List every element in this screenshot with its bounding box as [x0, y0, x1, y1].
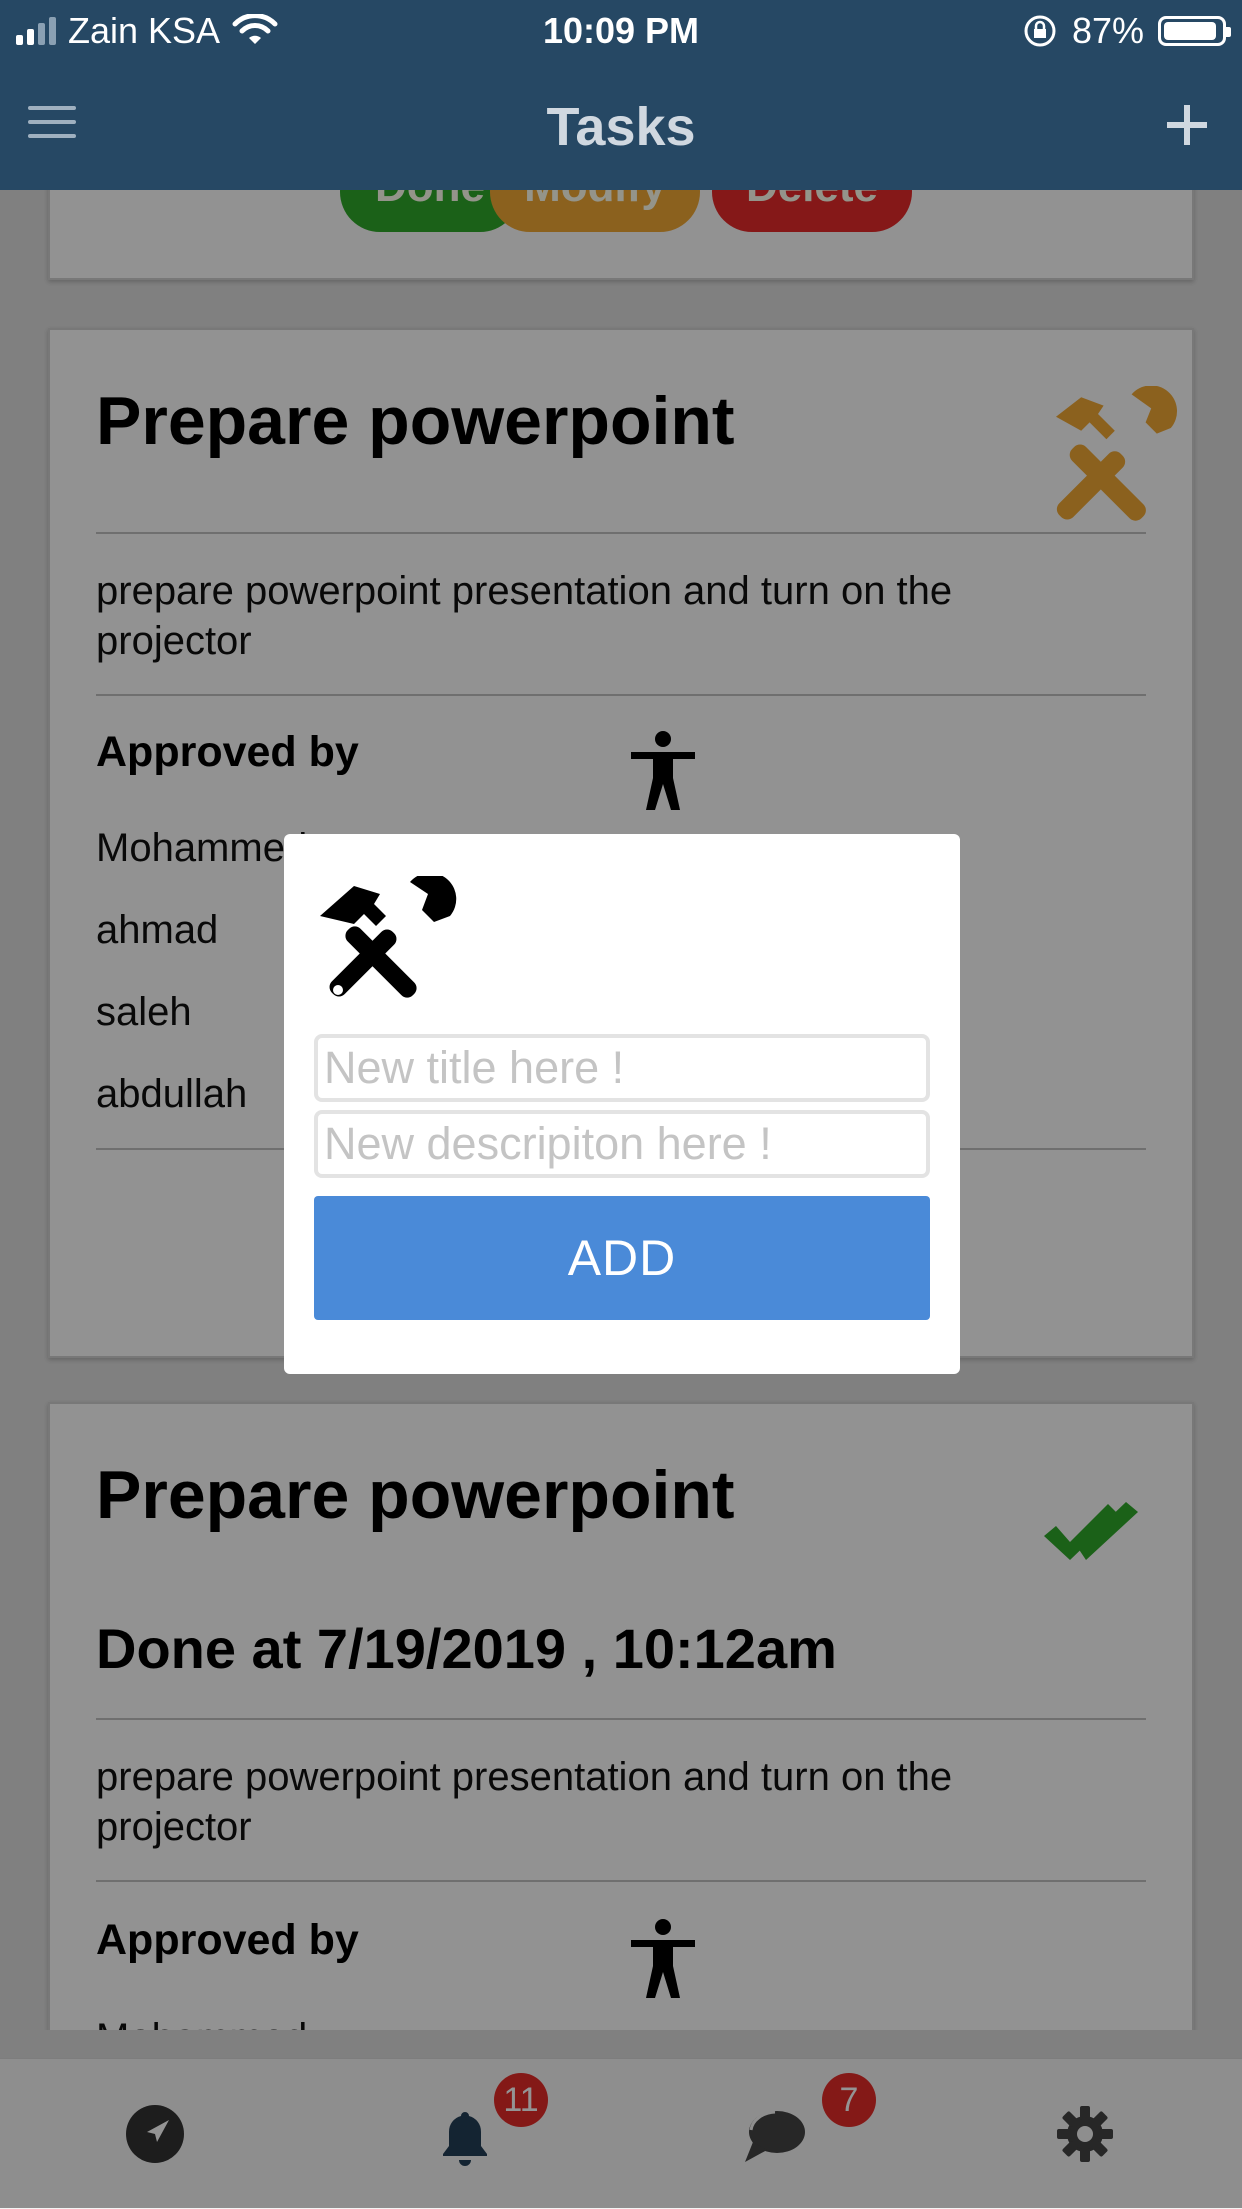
add-button[interactable]: ADD	[314, 1196, 930, 1320]
nav-bar: Tasks	[0, 62, 1242, 190]
orientation-lock-icon	[1024, 15, 1056, 47]
status-bar: Zain KSA 10:09 PM 87%	[0, 0, 1242, 62]
page-title: Tasks	[546, 97, 696, 157]
add-task-modal: ADD	[284, 834, 960, 1374]
app-header: Zain KSA 10:09 PM 87% Tasks	[0, 0, 1242, 190]
battery-percent: 87%	[1071, 10, 1144, 51]
battery-icon	[1158, 16, 1231, 46]
add-task-button[interactable]	[1152, 88, 1222, 158]
new-description-input[interactable]	[314, 1110, 930, 1178]
status-right: 87%	[1022, 10, 1231, 52]
tools-icon	[320, 876, 457, 998]
new-title-input[interactable]	[314, 1034, 930, 1102]
plus-icon	[1167, 105, 1207, 145]
